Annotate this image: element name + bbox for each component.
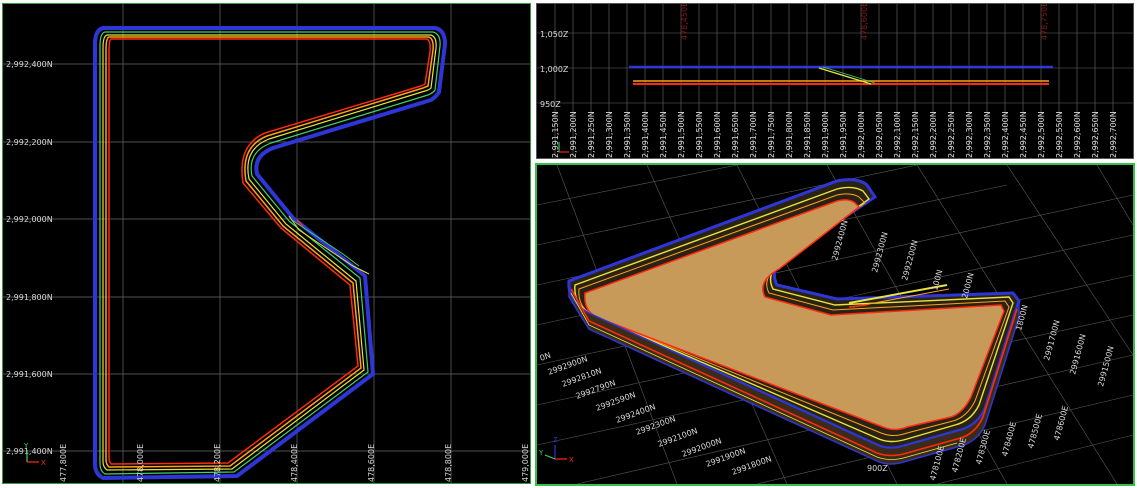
plan-easting-label: 478,000E [136,444,145,482]
view-3d-label: 2992590N [595,390,637,413]
section-northing-label: 2,992,000N [857,111,866,158]
section-northing-label: 2,992,400N [1001,111,1010,158]
section-northing-label: 2,991,700N [749,111,758,158]
view-3d-viewport[interactable]: 0N 2992900N 2992810N 2992790N 2992590N 2… [535,163,1135,486]
section-northing-label: 2,991,850N [803,111,812,158]
pit-outline [93,26,447,480]
view-3d-axis-x-label: X [569,456,574,464]
section-northing-label: 2,992,050N [875,111,884,158]
section-northing-label: 2,991,250N [587,111,596,158]
section-northing-label: 2,992,100N [893,111,902,158]
plan-easting-label: 478,800E [444,444,453,482]
section-northing-label: 2,992,200N [929,111,938,158]
section-northing-label: 2,992,350N [983,111,992,158]
section-northing-label: 2,992,700N [1109,111,1118,158]
plan-easting-label: 478,400E [290,444,299,482]
view-3d-canvas: 0N 2992900N 2992810N 2992790N 2992590N 2… [537,165,1133,484]
view-3d-label: 2991700N [1042,319,1061,362]
plan-easting-label: 477,800E [59,444,68,482]
section-faint-label: 478,600E [860,4,869,40]
section-elevation-labels: 1,050Z 1,000Z 950Z [540,30,569,109]
section-northing-label: 2,991,350N [623,111,632,158]
section-elevation-label: 1,000Z [540,65,569,74]
section-northing-label: 2,991,750N [767,111,776,158]
section-northing-label: 2,991,600N [713,111,722,158]
view-3d-label: 2991600N [1068,333,1087,376]
view-3d-right-labels: 2991700N 2991600N 2991500N [1042,319,1115,388]
plan-northing-label: 2,991,400N [6,447,53,456]
section-northing-label: 2,991,500N [677,111,686,158]
section-northing-label: 2,991,900N [821,111,830,158]
view-3d-label: 2991500N [1096,345,1115,388]
plan-northing-label: 2,992,200N [6,138,53,147]
plan-northing-label: 2,991,600N [6,370,53,379]
view-3d-label: 100N [930,269,944,292]
view-3d-axis-y-label: Y [538,449,544,457]
pit-3d-model [567,178,1021,465]
section-northing-label: 2,991,650N [731,111,740,158]
plan-canvas: 2,992,400N 2,992,200N 2,992,000N 2,991,8… [3,4,530,483]
view-3d-label: 478600E [1052,405,1070,442]
section-northing-label: 2,992,550N [1055,111,1064,158]
view-3d-label: 2992300N [870,231,889,274]
section-northing-label: 2,992,250N [947,111,956,158]
view-3d-elevation-label: 900Z [867,464,888,473]
plan-northing-labels: 2,992,400N 2,992,200N 2,992,000N 2,991,8… [6,60,53,456]
plan-northing-label: 2,992,400N [6,60,53,69]
section-northing-label: 2,991,300N [605,111,614,158]
section-faint-label: 478,450E [680,4,689,40]
section-faint-label: 478,750E [1040,4,1049,40]
plan-northing-label: 2,991,800N [6,293,53,302]
view-3d-axis-z-label: Z [553,436,558,444]
plan-easting-label: 478,200E [213,444,222,482]
section-elevation-label: 1,050Z [540,30,569,39]
section-northing-label: 2,991,550N [695,111,704,158]
plan-grid [3,4,530,483]
section-canvas: 478,450E 478,600E 478,750E 1,050Z 1,000Z… [537,4,1133,158]
section-northing-label: 2,991,400N [641,111,650,158]
section-northing-label: 2,992,500N [1037,111,1046,158]
section-northing-labels: 2,991,150N 2,991,200N 2,991,250N 2,991,300N… [551,111,1118,158]
section-top-faint-labels: 478,450E 478,600E 478,750E [680,4,1049,40]
plan-viewport[interactable]: 2,992,400N 2,992,200N 2,992,000N 2,991,8… [2,3,531,484]
section-northing-label: 2,992,150N [911,111,920,158]
view-3d-label: 0N [539,351,552,363]
plan-northing-label: 2,992,000N [6,215,53,224]
view-3d-label: 2992300N [635,414,677,437]
section-northing-label: 2,992,450N [1019,111,1028,158]
section-northing-label: 2,991,950N [839,111,848,158]
section-northing-label: 2,991,800N [785,111,794,158]
view-3d-axis-triad-icon: Z Y X [538,436,574,464]
section-pit-profile [629,65,1053,85]
section-northing-label: 2,991,450N [659,111,668,158]
plan-axis-x-label: X [41,459,46,467]
section-axis-triad-icon [558,142,569,153]
view-3d-label: 478400E [1000,421,1018,458]
section-viewport[interactable]: 478,450E 478,600E 478,750E 1,050Z 1,000Z… [536,3,1134,159]
plan-easting-label: 478,600E [367,444,376,482]
plan-axis-y-label: Y [23,442,29,450]
section-northing-label: 2,992,650N [1091,111,1100,158]
view-3d-label: 478500E [1026,413,1044,450]
section-northing-label: 2,991,200N [569,111,578,158]
plan-easting-label: 479,000E [521,444,530,482]
section-northing-label: 2,992,600N [1073,111,1082,158]
section-northing-label: 2,992,300N [965,111,974,158]
section-elevation-label: 950Z [540,100,561,109]
